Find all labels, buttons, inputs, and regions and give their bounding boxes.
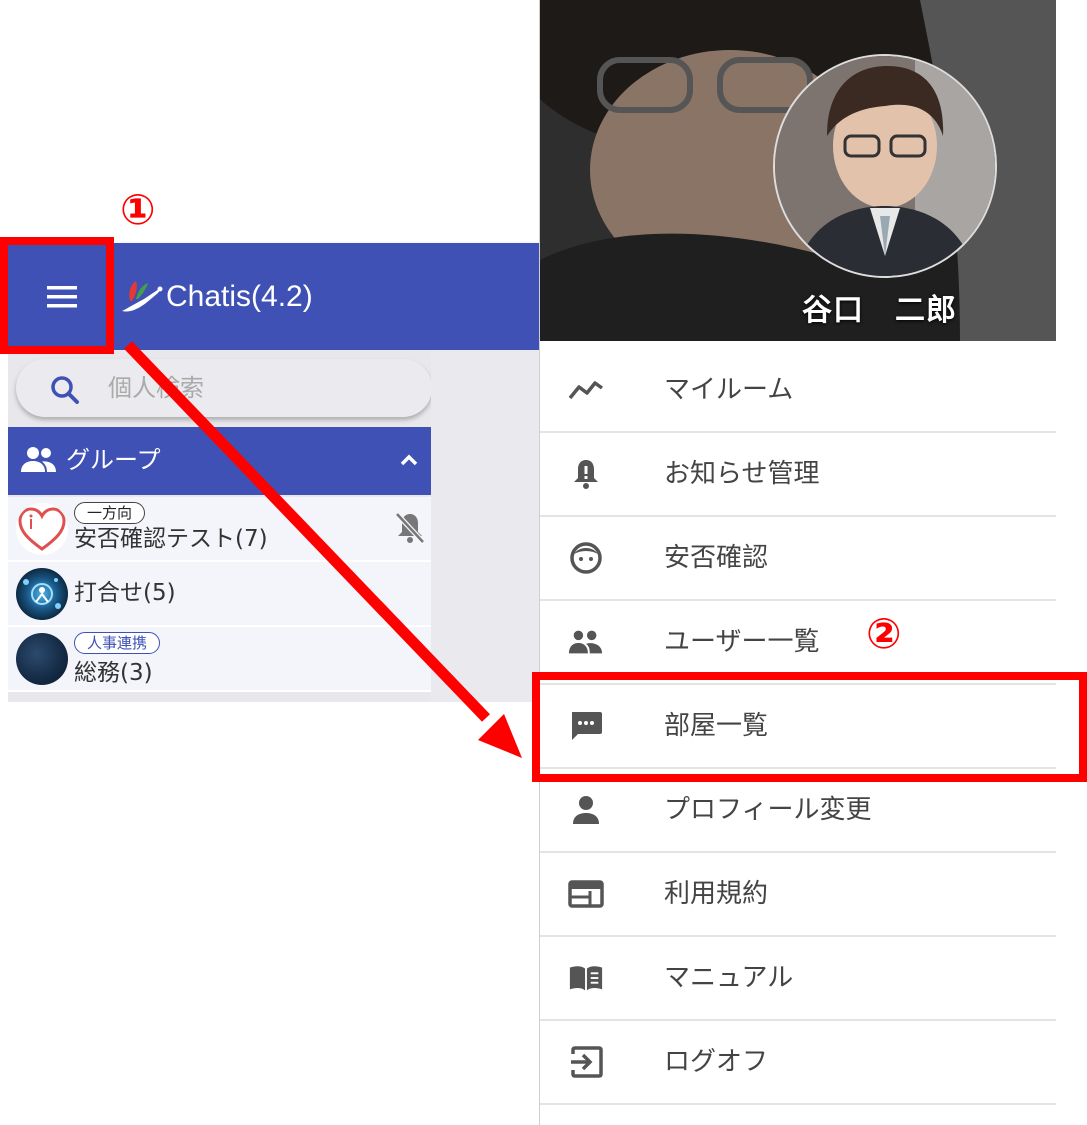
search-icon [51,376,79,404]
room-avatar [16,568,68,620]
step1-highlight-box [0,237,114,354]
chevron-up-icon[interactable] [398,449,420,471]
menu-label: 利用規約 [664,879,769,909]
group-section-label: グループ [66,446,161,474]
menu-item-terms[interactable]: 利用規約 [540,853,1056,937]
room-name: 総務(3) [74,660,153,686]
exit-icon [568,1046,604,1078]
navigation-drawer: 谷口 二郎 マイルーム お知らせ管理 安否確認 ユーザー一覧 部屋一覧 プロフィ… [539,0,1056,1125]
room-badge: 人事連携 [74,632,161,654]
profile-user-name: 谷口 二郎 [802,293,957,328]
book-icon [568,962,604,994]
menu-label: 安否確認 [664,543,769,573]
menu-item-notifications[interactable]: お知らせ管理 [540,433,1056,517]
app-title: Chatis(4.2) [166,280,313,313]
profile-photo [775,56,995,276]
room-name: 打合せ(5) [74,580,176,606]
menu-item-logoff[interactable]: ログオフ [540,1021,1056,1105]
room-list-panel: グループ 一方向 安否確認テスト(7) [8,350,432,702]
step2-label: ② [866,609,902,658]
notifications-off-icon[interactable] [394,511,426,545]
menu-label: お知らせ管理 [664,459,820,489]
menu-item-manual[interactable]: マニュアル [540,937,1056,1021]
menu-label: マニュアル [664,963,794,993]
app-logo [122,281,163,312]
room-badge: 一方向 [74,502,146,524]
person-icon [568,794,604,826]
step2-highlight-box [532,672,1087,782]
heart-icon [18,507,66,551]
web-icon [568,878,604,910]
notification-bell-icon [568,458,604,490]
search-input[interactable] [106,367,410,409]
room-avatar [16,503,68,555]
people-icon [568,626,604,658]
group-section-header[interactable]: グループ [8,427,431,495]
room-name: 安否確認テスト(7) [74,526,268,552]
face-icon [568,542,604,574]
step1-label: ① [120,185,156,234]
room-list-item[interactable]: 人事連携 総務(3) [8,627,431,692]
timeline-icon [568,374,604,406]
menu-label: ユーザー一覧 [664,627,820,657]
menu-item-my-room[interactable]: マイルーム [540,349,1056,433]
menu-label: ログオフ [664,1047,769,1077]
room-avatar [16,633,68,685]
menu-label: プロフィール変更 [664,795,872,825]
drawer-header: 谷口 二郎 [540,0,1056,341]
room-list-item[interactable]: 一方向 安否確認テスト(7) [8,497,431,562]
menu-label: マイルーム [664,375,794,405]
network-icon [23,578,61,609]
menu-item-safety-check[interactable]: 安否確認 [540,517,1056,601]
group-icon [21,447,56,472]
main-panel-background [431,350,539,702]
search-box[interactable] [16,359,432,417]
profile-avatar[interactable] [773,54,997,278]
room-list-item[interactable]: 打合せ(5) [8,562,431,627]
